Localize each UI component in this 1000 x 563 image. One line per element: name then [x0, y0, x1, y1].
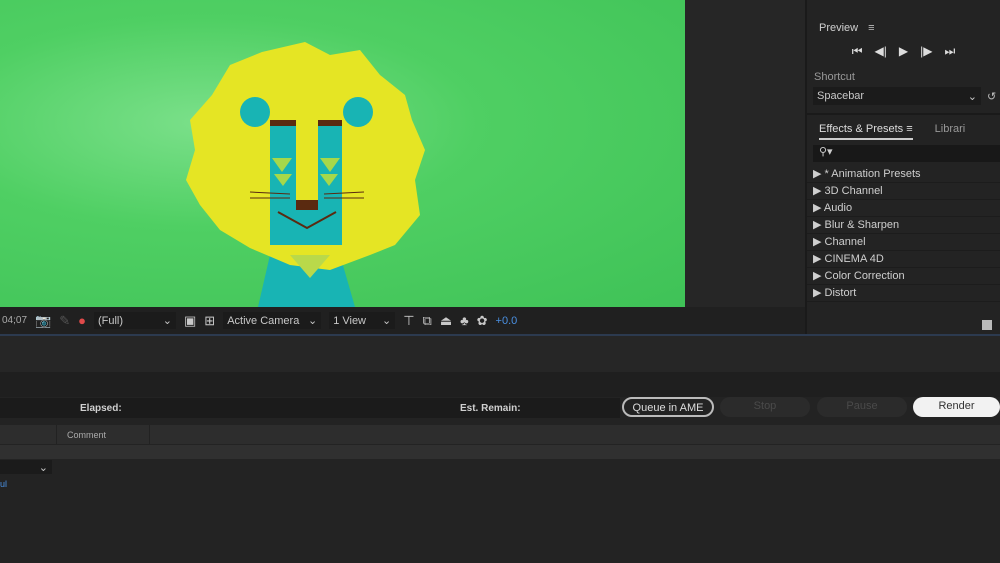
color-channels-icon[interactable]: ●: [78, 313, 86, 328]
disclosure-triangle-icon[interactable]: ▶: [813, 270, 821, 282]
output-module-dropdown[interactable]: ⌄: [0, 460, 52, 474]
chevron-down-icon: ⌄: [307, 315, 318, 327]
flowchart-icon[interactable]: ♣: [460, 313, 469, 328]
table-row[interactable]: [0, 445, 1000, 459]
effects-list-item[interactable]: ▶ Audio: [807, 200, 1000, 217]
reset-icon[interactable]: ↺: [987, 90, 996, 103]
timeline-icon[interactable]: ⏏: [440, 313, 452, 329]
timeline-area: [0, 336, 1000, 372]
views-value: 1 View: [333, 314, 367, 327]
pause-button[interactable]: Pause: [817, 397, 907, 417]
column-header-comment[interactable]: Comment: [56, 425, 150, 444]
tab-label: Effects & Presets: [819, 123, 904, 135]
chevron-down-icon: ⌄: [162, 315, 172, 327]
lion-artwork: [186, 42, 425, 307]
transport-controls: ⏮ ◀| ▶ |▶ ⏭: [807, 44, 1000, 59]
effects-list-item[interactable]: ▶ 3D Channel: [807, 183, 1000, 200]
disclosure-triangle-icon[interactable]: ▶: [813, 202, 821, 214]
effects-item-label: CINEMA 4D: [824, 253, 884, 265]
stop-button[interactable]: Stop: [720, 397, 810, 417]
panel-menu-icon[interactable]: ≡: [906, 123, 912, 135]
preview-title: Preview: [819, 22, 859, 34]
effects-list-item[interactable]: ▶ CINEMA 4D: [807, 251, 1000, 268]
render-status-bar: Elapsed: Est. Remain:: [0, 398, 620, 418]
timecode[interactable]: 04;07: [2, 315, 27, 326]
disclosure-triangle-icon[interactable]: ▶: [813, 185, 821, 197]
chevron-down-icon: ⌄: [381, 315, 392, 327]
effects-item-label: Color Correction: [824, 270, 905, 282]
show-snapshot-icon[interactable]: ✎: [59, 313, 70, 329]
effects-list-item[interactable]: ▶ Distort: [807, 285, 1000, 302]
effects-item-label: Audio: [823, 202, 853, 214]
tab-libraries[interactable]: Librari: [935, 123, 966, 140]
disclosure-triangle-icon[interactable]: ▶: [813, 253, 821, 265]
output-link[interactable]: ul: [0, 479, 7, 489]
first-frame-icon[interactable]: ⏮: [852, 44, 863, 59]
viewer-background: [685, 0, 805, 307]
fast-previews-icon[interactable]: ⧉: [423, 313, 432, 329]
shortcut-dropdown[interactable]: Spacebar ⌄: [813, 87, 981, 105]
transparency-grid-icon[interactable]: ⊞: [204, 313, 215, 329]
tab-effects-presets[interactable]: Effects & Presets ≡: [819, 123, 913, 140]
effects-item-label: Distort: [824, 287, 857, 299]
disclosure-triangle-icon[interactable]: ▶: [813, 236, 821, 248]
queue-in-ame-button[interactable]: Queue in AME: [622, 397, 714, 417]
effects-list-item[interactable]: ▶ Color Correction: [807, 268, 1000, 285]
effects-item-label: Blur & Sharpen: [824, 219, 900, 231]
elapsed-label: Elapsed:: [80, 403, 122, 414]
exposure-value[interactable]: +0.0: [496, 315, 518, 327]
disclosure-triangle-icon[interactable]: ▶: [813, 219, 821, 231]
effects-item-label: Channel: [824, 236, 866, 248]
views-dropdown[interactable]: 1 View ⌄: [329, 312, 396, 329]
resolution-dropdown[interactable]: (Full) ⌄: [93, 312, 176, 329]
shortcut-value: Spacebar: [817, 90, 865, 102]
render-button[interactable]: Render: [913, 397, 1000, 417]
resolution-value: (Full): [97, 314, 124, 327]
render-queue-header: [0, 372, 1000, 397]
effects-list-item[interactable]: ▶ Blur & Sharpen: [807, 217, 1000, 234]
new-item-icon[interactable]: [982, 320, 992, 330]
last-frame-icon[interactable]: ⏭: [944, 44, 955, 59]
disclosure-triangle-icon[interactable]: ▶: [813, 287, 821, 299]
est-remain-label: Est. Remain:: [460, 403, 521, 414]
chevron-down-icon: ⌄: [967, 90, 977, 103]
chevron-down-icon: ⌄: [38, 461, 48, 474]
camera-value: Active Camera: [227, 314, 300, 327]
camera-dropdown[interactable]: Active Camera ⌄: [223, 312, 322, 329]
next-frame-icon[interactable]: |▶: [920, 44, 932, 59]
panel-menu-icon[interactable]: ≡: [868, 22, 874, 34]
render-queue-columns: Comment: [0, 425, 1000, 444]
search-icon: ⚲▾: [819, 146, 833, 158]
play-icon[interactable]: ▶: [899, 44, 908, 59]
region-of-interest-icon[interactable]: ▣: [184, 313, 196, 329]
preview-header: Preview ≡: [807, 0, 1000, 34]
toggle-pixel-aspect-icon[interactable]: ⊤: [403, 313, 414, 329]
viewer-toolbar: 04;07 📷 ✎ ● (Full) ⌄ ▣ ⊞ Active Camera ⌄ 1…: [0, 307, 805, 334]
effects-list-item[interactable]: ▶ * Animation Presets: [807, 166, 1000, 183]
effects-tabs: Effects & Presets ≡ Librari: [807, 115, 1000, 140]
effects-search-input[interactable]: ⚲▾: [813, 145, 1000, 162]
effects-list: ▶ * Animation Presets ▶ 3D Channel ▶ Audio…: [807, 166, 1000, 302]
prev-frame-icon[interactable]: ◀|: [875, 44, 887, 59]
shortcut-label: Shortcut: [814, 71, 855, 83]
camera-snapshot-icon[interactable]: 📷: [35, 313, 51, 329]
exposure-reset-icon[interactable]: ✿: [477, 313, 488, 329]
disclosure-triangle-icon[interactable]: ▶: [813, 168, 821, 180]
right-panels: Preview ≡ ⏮ ◀| ▶ |▶ ⏭ Shortcut Spacebar ⌄ ↺ E…: [805, 0, 1000, 334]
effects-item-label: * Animation Presets: [824, 168, 921, 180]
effects-list-item[interactable]: ▶ Channel: [807, 234, 1000, 251]
effects-item-label: 3D Channel: [824, 185, 883, 197]
composition-viewer[interactable]: [0, 0, 685, 307]
